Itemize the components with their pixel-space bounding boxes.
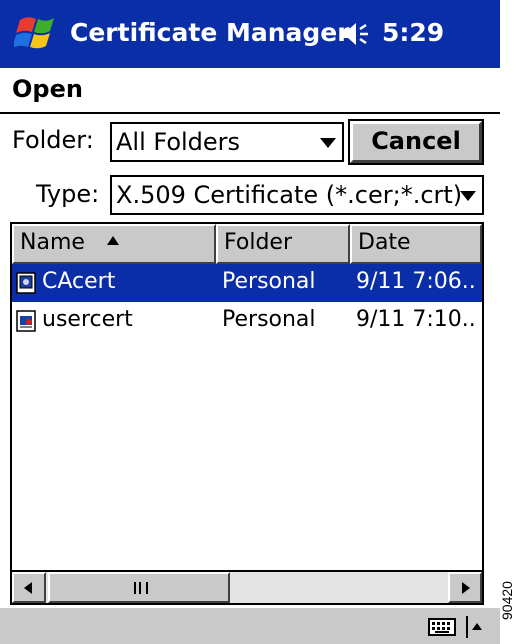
chevron-down-icon	[460, 191, 476, 201]
clock[interactable]: 5:29	[382, 18, 444, 47]
column-header-date-label: Date	[358, 230, 411, 255]
horizontal-scrollbar[interactable]	[12, 570, 482, 603]
column-header-name[interactable]: Name	[12, 224, 216, 264]
column-header-bar: Name Folder Date	[12, 224, 482, 264]
file-name: CAcert	[42, 269, 116, 294]
scroll-left-button[interactable]	[12, 572, 46, 603]
windows-flag-icon[interactable]	[14, 10, 62, 58]
column-header-folder[interactable]: Folder	[216, 224, 350, 264]
title-bar: Certificate Manager 5:29	[0, 0, 500, 68]
cancel-button[interactable]: Cancel	[348, 119, 484, 165]
sort-ascending-icon	[106, 236, 119, 245]
column-header-date[interactable]: Date	[350, 224, 482, 264]
file-folder: Personal	[222, 307, 316, 332]
folder-label: Folder:	[12, 126, 94, 154]
app-title: Certificate Manager	[70, 18, 350, 47]
file-date: 9/11 7:10..	[356, 307, 476, 332]
file-date: 9/11 7:06..	[356, 269, 476, 294]
pocket-pc-screen: Certificate Manager 5:29 Open Folder: Al…	[0, 0, 500, 644]
file-list[interactable]: Name Folder Date CAcert Personal 9/11 7:…	[10, 222, 484, 605]
arrow-left-icon	[24, 582, 32, 594]
type-dropdown[interactable]: X.509 Certificate (*.cer;*.crt)	[110, 175, 484, 215]
column-header-name-label: Name	[20, 230, 85, 255]
arrow-right-icon	[462, 582, 470, 594]
folder-dropdown-value: All Folders	[116, 128, 241, 156]
column-header-folder-label: Folder	[224, 230, 292, 255]
certificate-file-icon	[16, 310, 36, 332]
type-dropdown-value: X.509 Certificate (*.cer;*.crt)	[116, 181, 463, 209]
scroll-right-button[interactable]	[448, 572, 482, 603]
keyboard-icon[interactable]	[428, 618, 456, 636]
scrollbar-thumb[interactable]	[48, 572, 230, 603]
list-item[interactable]: usercert Personal 9/11 7:10..	[12, 302, 482, 340]
grip-icon	[134, 582, 148, 594]
chevron-down-icon	[320, 138, 336, 148]
file-name: usercert	[42, 307, 133, 332]
type-label: Type:	[36, 180, 100, 208]
folder-dropdown[interactable]: All Folders	[110, 122, 344, 162]
input-panel-arrow-icon[interactable]	[466, 614, 486, 640]
figure-code: 90420	[499, 581, 515, 620]
dialog-title: Open	[12, 75, 83, 103]
dialog-header: Open	[0, 68, 500, 114]
file-folder: Personal	[222, 269, 316, 294]
certificate-icon	[16, 272, 36, 294]
speaker-icon[interactable]	[340, 20, 370, 48]
menu-bar	[0, 606, 500, 644]
list-item[interactable]: CAcert Personal 9/11 7:06..	[12, 264, 482, 302]
